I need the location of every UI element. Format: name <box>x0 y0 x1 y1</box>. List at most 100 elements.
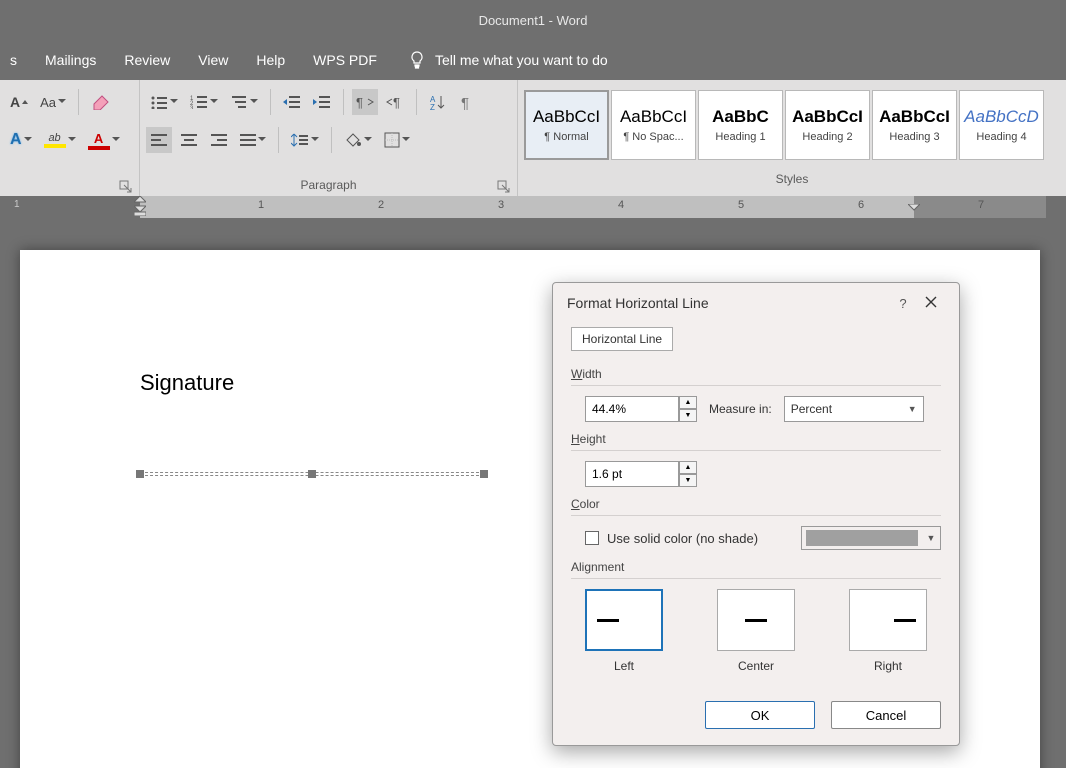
color-picker[interactable]: ▼ <box>801 526 941 550</box>
width-spin-up[interactable]: ▲ <box>679 396 697 409</box>
tab-view[interactable]: View <box>184 52 242 68</box>
svg-text:¶: ¶ <box>393 95 400 109</box>
numbering-button[interactable]: 123 <box>186 89 222 115</box>
grow-font-button[interactable]: A <box>6 89 32 115</box>
pilcrow-ltr-icon: ¶ <box>356 95 374 109</box>
measure-in-combo[interactable]: Percent ▼ <box>784 396 924 422</box>
align-center-button[interactable] <box>176 127 202 153</box>
align-left-option[interactable]: Left <box>585 589 663 673</box>
close-button[interactable] <box>917 295 945 311</box>
font-color-button[interactable]: A <box>84 127 124 153</box>
cancel-button[interactable]: Cancel <box>831 701 941 729</box>
rtl-direction-button[interactable]: ¶ <box>382 89 408 115</box>
ribbon: A Aa A ab A <box>0 80 1066 196</box>
line-spacing-button[interactable] <box>287 127 323 153</box>
chevron-down-icon: ▼ <box>922 533 940 543</box>
styles-gallery[interactable]: AaBbCcI¶ Normal AaBbCcI¶ No Spac... AaBb… <box>524 86 1060 168</box>
ruler-mark: 3 <box>498 199 504 211</box>
style-heading-1[interactable]: AaBbCHeading 1 <box>698 90 783 160</box>
svg-text:¶: ¶ <box>461 95 469 110</box>
dialog-launcher-icon[interactable] <box>119 180 133 194</box>
svg-text:Z: Z <box>430 103 435 110</box>
title-bar: Document1 - Word <box>0 0 1066 40</box>
color-section-label: Color <box>571 497 941 511</box>
align-left-icon <box>151 134 167 146</box>
resize-handle-left[interactable] <box>136 470 144 478</box>
window-title: Document1 - Word <box>479 13 588 28</box>
align-right-option[interactable]: Right <box>849 589 927 673</box>
shading-button[interactable] <box>340 127 376 153</box>
tell-me-search[interactable]: Tell me what you want to do <box>409 51 608 69</box>
styles-group: AaBbCcI¶ Normal AaBbCcI¶ No Spac... AaBb… <box>518 80 1066 196</box>
tab-partial[interactable]: s <box>10 52 31 68</box>
width-spinner[interactable]: ▲ ▼ <box>585 396 697 422</box>
ruler-mark: 5 <box>738 199 744 211</box>
sort-icon: AZ <box>430 94 446 110</box>
tab-wps-pdf[interactable]: WPS PDF <box>299 52 391 68</box>
clear-formatting-button[interactable] <box>87 89 113 115</box>
ltr-direction-button[interactable]: ¶ <box>352 89 378 115</box>
borders-button[interactable] <box>380 127 414 153</box>
increase-indent-button[interactable] <box>309 89 335 115</box>
eraser-icon <box>90 94 110 110</box>
ruler-mark: 6 <box>858 199 864 211</box>
align-center-option[interactable]: Center <box>717 589 795 673</box>
numbering-icon: 123 <box>190 95 208 109</box>
width-section-label: Width <box>571 367 941 381</box>
tab-mailings[interactable]: Mailings <box>31 52 110 68</box>
tab-help[interactable]: Help <box>242 52 299 68</box>
style-heading-3[interactable]: AaBbCcIHeading 3 <box>872 90 957 160</box>
height-spin-down[interactable]: ▼ <box>679 474 697 487</box>
text-effects-button[interactable]: A <box>6 127 36 153</box>
style-no-spacing[interactable]: AaBbCcI¶ No Spac... <box>611 90 696 160</box>
font-group-label <box>6 174 133 196</box>
ok-button[interactable]: OK <box>705 701 815 729</box>
tab-review[interactable]: Review <box>110 52 184 68</box>
ruler-mark: 1 <box>14 199 20 210</box>
bullets-button[interactable] <box>146 89 182 115</box>
line-spacing-icon <box>291 133 309 147</box>
height-spinner[interactable]: ▲ ▼ <box>585 461 697 487</box>
solid-color-label: Use solid color (no shade) <box>607 531 758 546</box>
multilevel-list-button[interactable] <box>226 89 262 115</box>
dialog-titlebar[interactable]: Format Horizontal Line ? <box>553 283 959 323</box>
borders-icon <box>384 132 400 148</box>
tab-horizontal-line[interactable]: Horizontal Line <box>571 327 673 351</box>
styles-group-label: Styles <box>524 168 1060 190</box>
align-left-button[interactable] <box>146 127 172 153</box>
height-input[interactable] <box>585 461 679 487</box>
indent-icon <box>313 95 331 109</box>
dialog-launcher-icon[interactable] <box>497 180 511 194</box>
show-marks-button[interactable]: ¶ <box>455 89 481 115</box>
horizontal-ruler[interactable]: 1 1 2 3 4 5 6 7 <box>0 196 1066 218</box>
pilcrow-rtl-icon: ¶ <box>386 95 404 109</box>
resize-handle-right[interactable] <box>480 470 488 478</box>
resize-handle-middle[interactable] <box>308 470 316 478</box>
change-case-button[interactable]: Aa <box>36 89 70 115</box>
indent-marker-icon[interactable] <box>134 196 146 216</box>
width-spin-down[interactable]: ▼ <box>679 409 697 422</box>
width-input[interactable] <box>585 396 679 422</box>
style-heading-4[interactable]: AaBbCcDHeading 4 <box>959 90 1044 160</box>
height-spin-up[interactable]: ▲ <box>679 461 697 474</box>
bucket-icon <box>344 132 362 148</box>
style-heading-2[interactable]: AaBbCcIHeading 2 <box>785 90 870 160</box>
style-normal[interactable]: AaBbCcI¶ Normal <box>524 90 609 160</box>
close-icon <box>925 296 937 308</box>
align-justify-button[interactable] <box>236 127 270 153</box>
align-right-icon <box>211 134 227 146</box>
solid-color-checkbox[interactable] <box>585 531 599 545</box>
paragraph-group-label: Paragraph <box>146 174 511 196</box>
highlight-button[interactable]: ab <box>40 127 80 153</box>
ruler-mark: 1 <box>258 199 264 211</box>
align-right-button[interactable] <box>206 127 232 153</box>
dialog-title: Format Horizontal Line <box>567 295 889 311</box>
help-button[interactable]: ? <box>889 296 917 311</box>
right-indent-marker-icon[interactable] <box>908 204 920 216</box>
sort-button[interactable]: AZ <box>425 89 451 115</box>
horizontal-line-object[interactable] <box>140 470 484 478</box>
paragraph-group: 123 ¶ ¶ AZ ¶ <box>140 80 518 196</box>
decrease-indent-button[interactable] <box>279 89 305 115</box>
bullets-icon <box>150 95 168 109</box>
pilcrow-icon: ¶ <box>461 94 475 110</box>
